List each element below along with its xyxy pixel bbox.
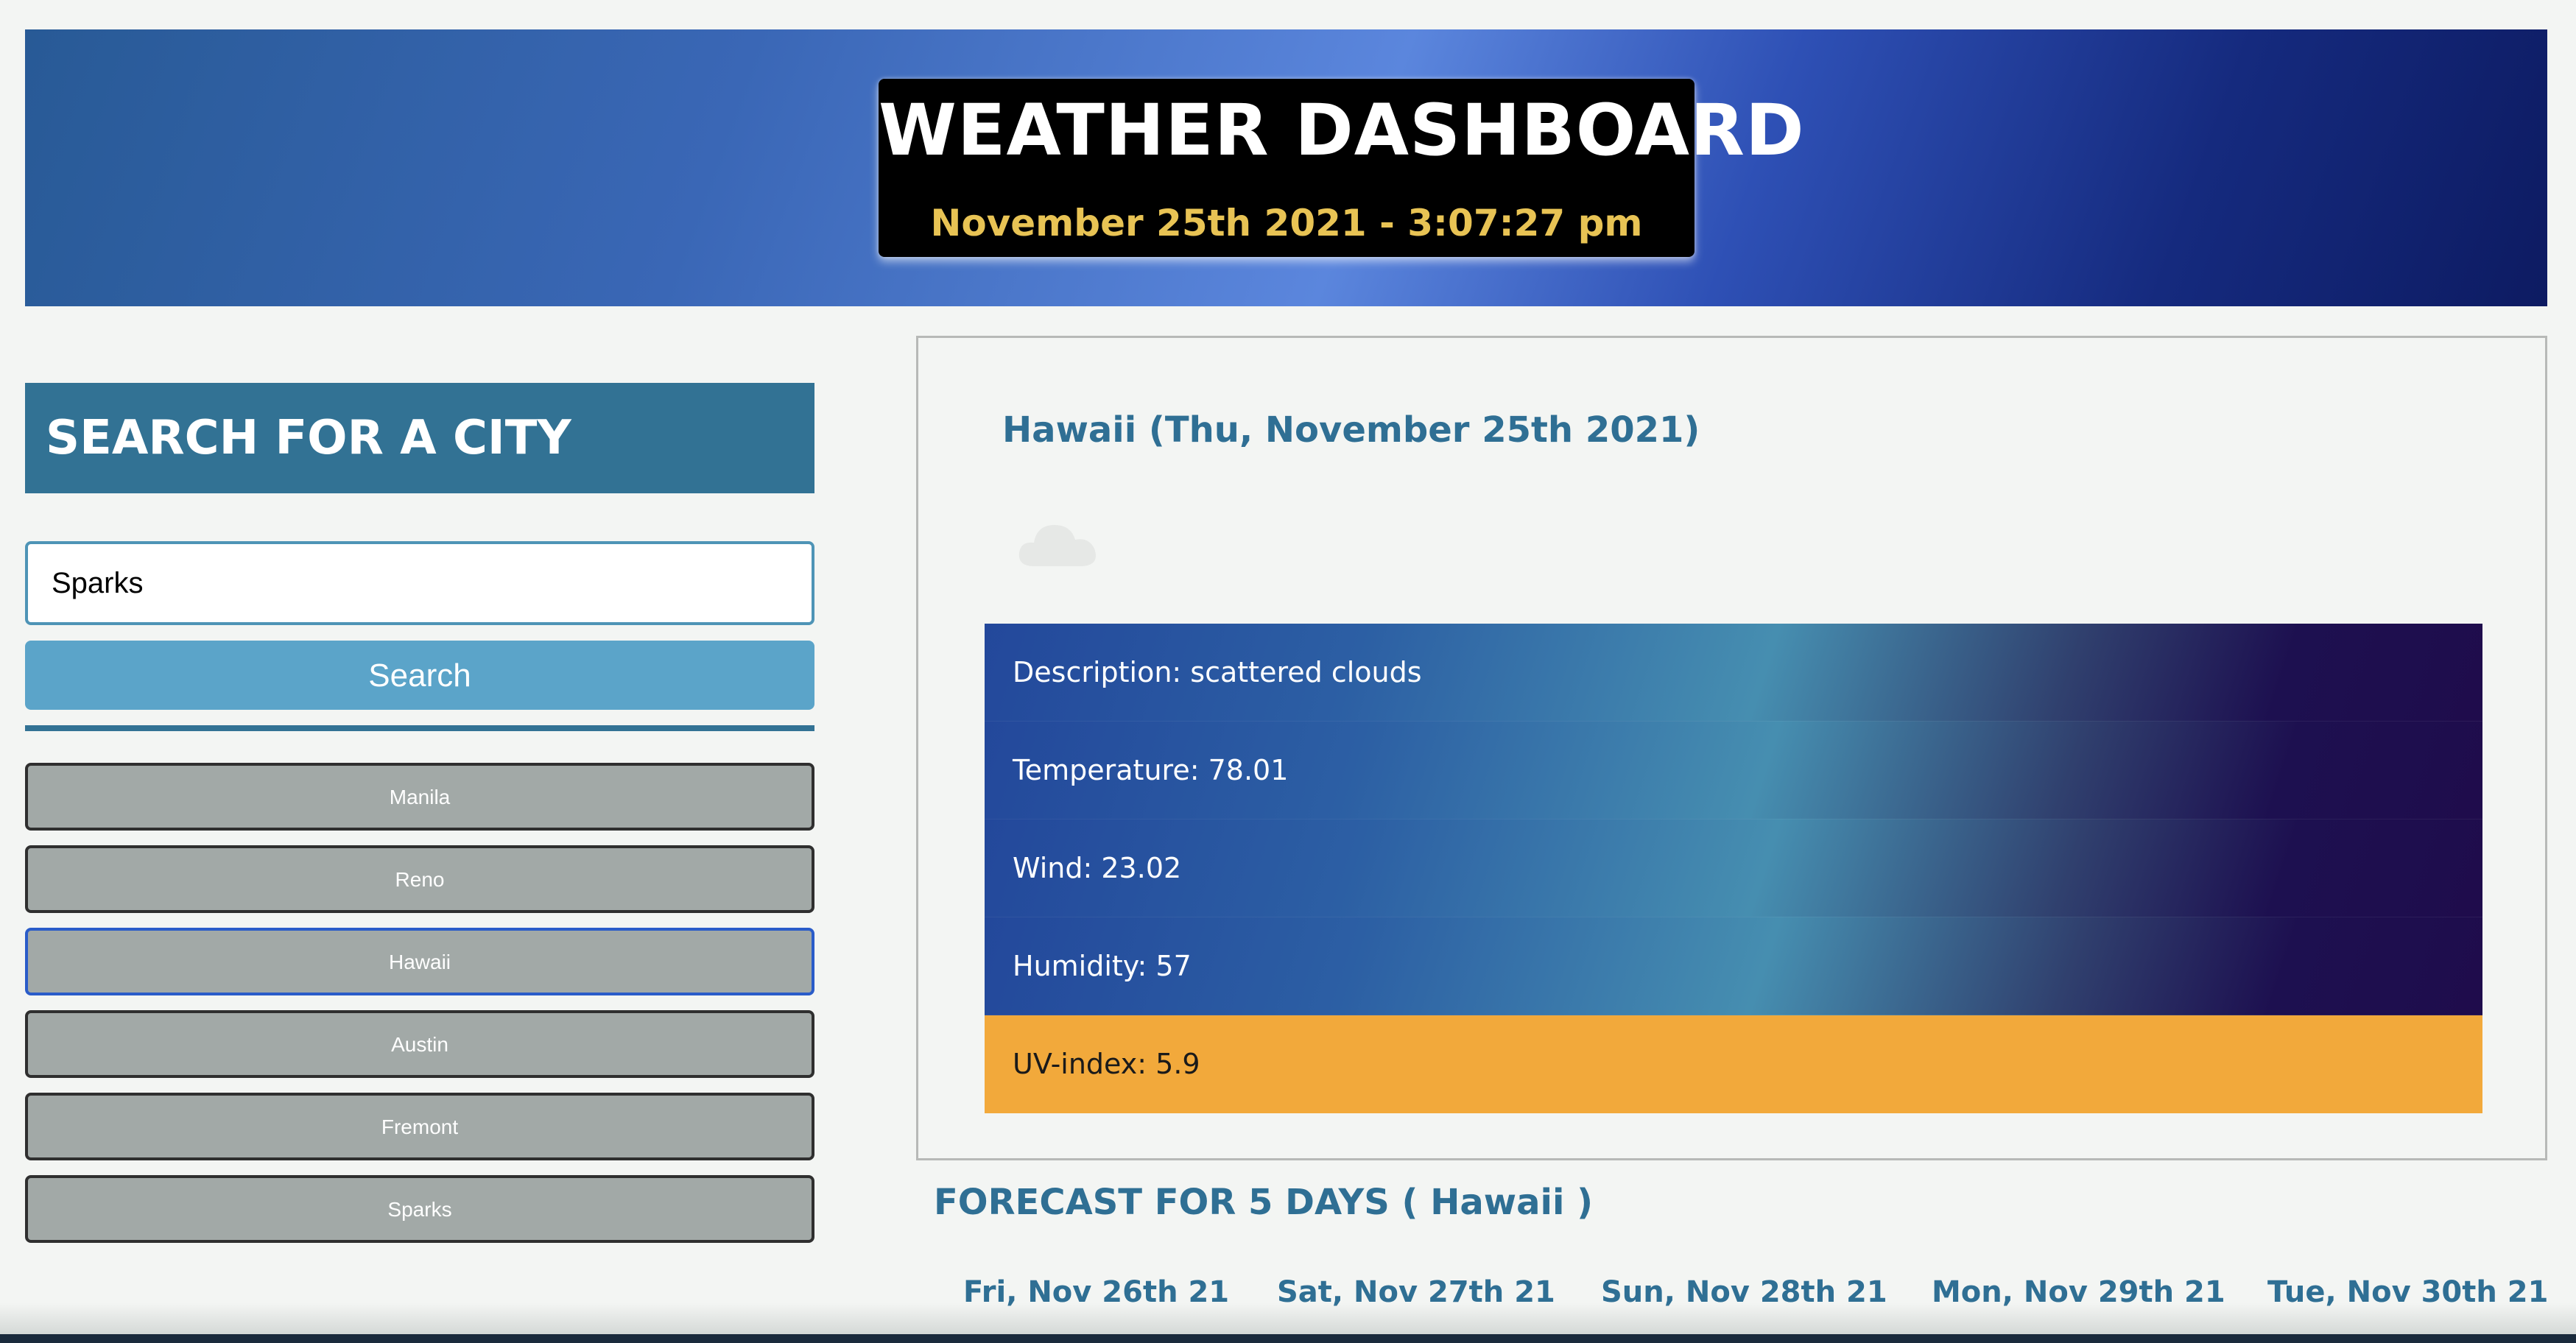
search-divider <box>25 725 814 731</box>
description-row: Description: scattered clouds <box>985 624 2482 722</box>
cloud-icon <box>1018 525 1096 566</box>
history-city-button-active[interactable]: Hawaii <box>25 928 814 995</box>
forecast-title: FORECAST FOR 5 DAYS ( Hawaii ) <box>934 1182 1594 1223</box>
current-weather-panel: Hawaii (Thu, November 25th 2021) Descrip… <box>916 336 2547 1160</box>
wind-row: Wind: 23.02 <box>985 819 2482 917</box>
history-city-button[interactable]: Sparks <box>25 1175 814 1243</box>
history-city-button[interactable]: Manila <box>25 763 814 831</box>
current-city-heading: Hawaii (Thu, November 25th 2021) <box>1002 409 1700 451</box>
title-box: WEATHER DASHBOARD November 25th 2021 - 3… <box>879 79 1805 257</box>
window-bottom-edge <box>0 1334 2576 1343</box>
history-city-button[interactable]: Austin <box>25 1010 814 1078</box>
page-title: WEATHER DASHBOARD <box>879 89 1805 172</box>
humidity-row: Humidity: 57 <box>985 917 2482 1015</box>
city-search-input[interactable] <box>25 541 814 625</box>
current-datetime: November 25th 2021 - 3:07:27 pm <box>930 202 1643 244</box>
search-heading: SEARCH FOR A CITY <box>25 383 814 493</box>
temperature-row: Temperature: 78.01 <box>985 722 2482 819</box>
search-history-list: Manila Reno Hawaii Austin Fremont Sparks <box>25 763 814 1258</box>
current-stats: Description: scattered clouds Temperatur… <box>985 624 2482 1113</box>
uv-index-row: UV-index: 5.9 <box>985 1015 2482 1113</box>
history-city-button[interactable]: Reno <box>25 845 814 913</box>
bottom-fade <box>0 1303 2576 1334</box>
history-city-button[interactable]: Fremont <box>25 1093 814 1160</box>
search-button[interactable]: Search <box>25 641 814 710</box>
